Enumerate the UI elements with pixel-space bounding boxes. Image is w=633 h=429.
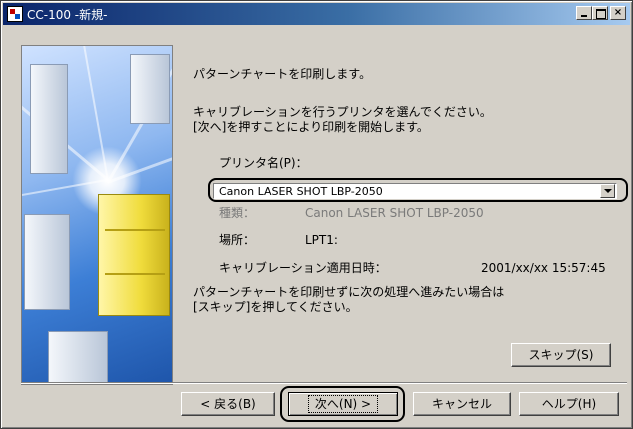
printer-name-label: プリンタ名(P)：: [219, 156, 308, 170]
skip-note-line-2: [スキップ]を押してください。: [193, 300, 358, 314]
instruction-line-2: [次へ]を押すことにより印刷を開始します。: [193, 120, 429, 134]
calibration-date-label: キャリブレーション適用日時：: [219, 261, 387, 275]
printer-illustration: [98, 194, 170, 316]
printer-select-value: Canon LASER SHOT LBP-2050: [219, 185, 383, 198]
back-button[interactable]: < 戻る(B): [181, 392, 275, 416]
location-label: 場所：: [219, 233, 256, 247]
app-icon: [7, 6, 23, 22]
maximize-button[interactable]: [592, 6, 608, 20]
calibration-date-value: 2001/xx/xx 15:57:45: [481, 261, 606, 275]
wizard-window: CC-100 -新規- × パターンチャートを印刷します。 キャリブレーションを…: [0, 0, 633, 429]
intro-text: パターンチャートを印刷します。: [193, 67, 372, 81]
window-title: CC-100 -新規-: [27, 8, 108, 22]
printer-select-highlight: Canon LASER SHOT LBP-2050: [208, 178, 628, 202]
close-button[interactable]: ×: [610, 6, 626, 20]
printer-select[interactable]: Canon LASER SHOT LBP-2050: [213, 183, 617, 199]
type-value: Canon LASER SHOT LBP-2050: [305, 206, 484, 220]
minimize-button[interactable]: [576, 6, 592, 20]
title-bar[interactable]: CC-100 -新規- ×: [3, 3, 630, 25]
skip-note-line-1: パターンチャートを印刷せずに次の処理へ進みたい場合は: [193, 285, 505, 299]
cancel-button[interactable]: キャンセル: [413, 392, 511, 416]
dropdown-arrow-icon[interactable]: [600, 184, 615, 198]
help-button[interactable]: ヘルプ(H): [519, 392, 619, 416]
next-button-label: 次へ(N) >: [307, 395, 379, 413]
instruction-line-1: キャリブレーションを行うプリンタを選んでください。: [193, 105, 492, 119]
location-value: LPT1:: [305, 233, 338, 247]
skip-button[interactable]: スキップ(S): [511, 343, 611, 367]
type-label: 種類：: [219, 206, 256, 220]
next-button[interactable]: 次へ(N) >: [288, 392, 398, 416]
wizard-illustration: [21, 45, 173, 385]
